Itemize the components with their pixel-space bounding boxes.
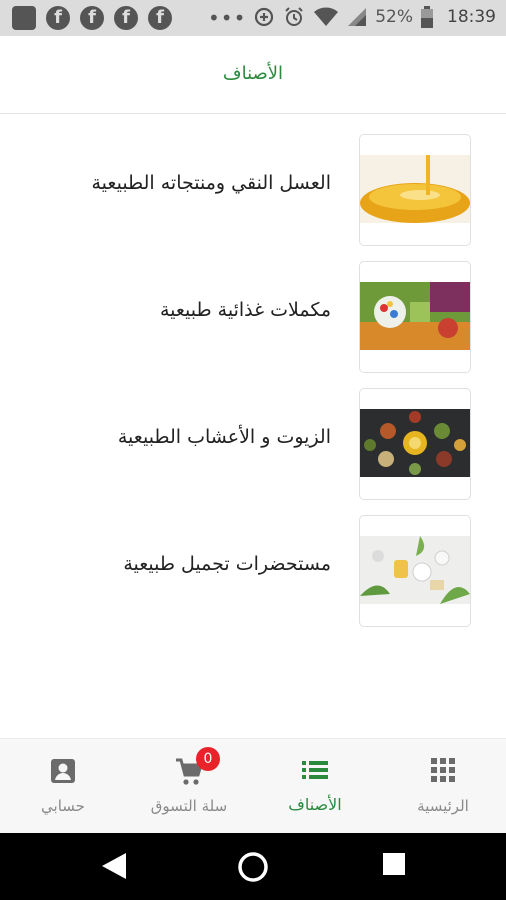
- cart-count-badge: 0: [196, 747, 220, 771]
- nav-account-label: حسابي: [41, 797, 85, 815]
- category-list: العسل النقي ومنتجاته الطبيعية مكملات غذا…: [0, 114, 506, 627]
- back-icon[interactable]: [100, 851, 128, 881]
- app-square-icon: [12, 6, 36, 30]
- category-item-cosmetics[interactable]: مستحضرات تجميل طبيعية: [0, 495, 506, 627]
- cosmetics-photo: [359, 515, 471, 627]
- home-icon[interactable]: [237, 851, 269, 883]
- facebook-icon: f: [46, 6, 70, 30]
- nav-cart[interactable]: 0 سلة التسوق: [126, 739, 252, 834]
- battery-percent: 52%: [375, 7, 413, 27]
- wifi-icon: [314, 7, 339, 26]
- notification-icons: f f f f •••: [12, 6, 246, 30]
- more-notifications-icon: •••: [208, 6, 247, 30]
- list-icon: [302, 761, 328, 779]
- status-bar: f f f f ••• 52% 18:39: [0, 0, 506, 36]
- nav-cart-label: سلة التسوق: [150, 797, 228, 815]
- category-item-supplements[interactable]: مكملات غذائية طبيعية: [0, 241, 506, 373]
- facebook-icon: f: [114, 6, 138, 30]
- nav-account[interactable]: حسابي: [0, 739, 126, 834]
- category-item-honey[interactable]: العسل النقي ومنتجاته الطبيعية: [0, 114, 506, 246]
- nav-home[interactable]: الرئيسية: [380, 739, 506, 834]
- vegetables-pills-photo: [359, 261, 471, 373]
- apps-grid-icon: [431, 758, 455, 782]
- category-label: العسل النقي ومنتجاته الطبيعية: [91, 172, 332, 194]
- spices-herbs-photo: [359, 388, 471, 500]
- bottom-navigation: حسابي 0 سلة التسوق الأصناف الرئيسية: [0, 738, 506, 833]
- facebook-icon: f: [80, 6, 104, 30]
- clock: 18:39: [447, 7, 496, 27]
- android-navigation-bar: [0, 833, 506, 900]
- recent-apps-icon[interactable]: [382, 851, 406, 877]
- category-label: مستحضرات تجميل طبيعية: [123, 553, 331, 575]
- category-label: الزيوت و الأعشاب الطبيعية: [117, 426, 331, 448]
- nav-categories-label: الأصناف: [288, 795, 342, 814]
- nav-home-label: الرئيسية: [417, 797, 469, 815]
- alarm-icon: [285, 7, 303, 26]
- nav-categories[interactable]: الأصناف: [252, 739, 378, 834]
- honey-photo: [359, 134, 471, 246]
- account-icon: [51, 759, 75, 783]
- battery-icon: [421, 6, 433, 28]
- facebook-icon: f: [148, 6, 172, 30]
- data-saver-icon: [255, 7, 274, 27]
- page-title: الأصناف: [222, 63, 284, 84]
- category-label: مكملات غذائية طبيعية: [159, 299, 331, 321]
- system-icons: 52% 18:39: [253, 6, 496, 28]
- app-header: الأصناف: [0, 36, 506, 114]
- signal-icon: [348, 8, 367, 26]
- category-item-oils-herbs[interactable]: الزيوت و الأعشاب الطبيعية: [0, 368, 506, 500]
